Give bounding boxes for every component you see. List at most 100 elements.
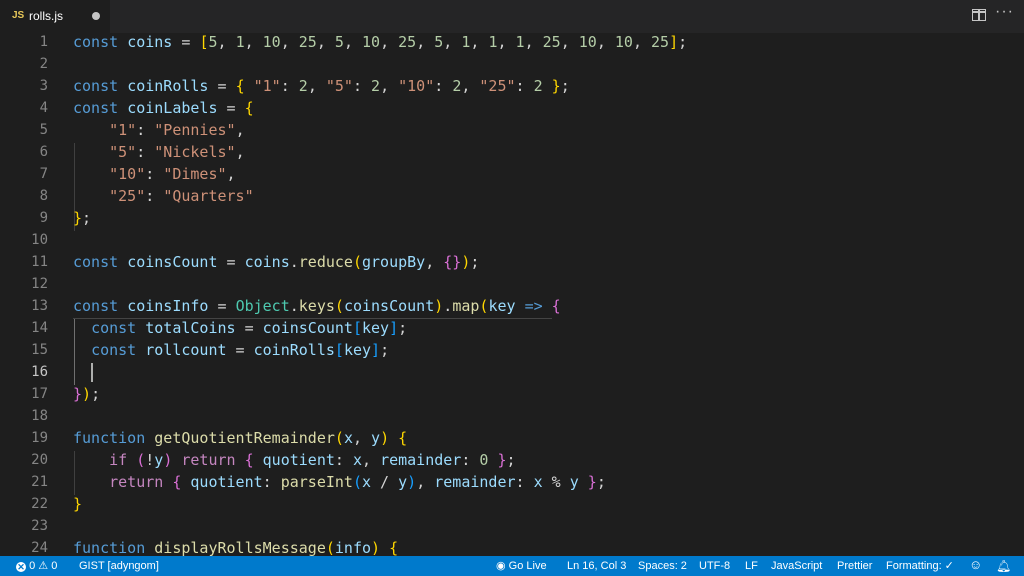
eol-setting[interactable]: LF (745, 559, 758, 573)
code-token: const (73, 253, 119, 271)
status-branch[interactable]: GIST [adyngom] (79, 559, 159, 573)
code-line[interactable]: 22} (0, 493, 1024, 515)
go-live-button[interactable]: ◉ Go Live (496, 559, 547, 573)
code-line[interactable]: 8 "25": "Quarters" (0, 185, 1024, 207)
code-line[interactable]: 24 function displayRollsMessage(info) { (0, 537, 1024, 556)
code-token: "10" (109, 165, 146, 183)
code-token: info (334, 539, 372, 556)
code-token: 1 (235, 33, 245, 51)
code-token: ] (389, 319, 399, 337)
code-token: 10 (614, 33, 633, 51)
code-token: . (443, 297, 453, 315)
language-mode[interactable]: JavaScript (771, 559, 822, 573)
code-token: , (560, 33, 579, 51)
code-line[interactable]: 14 const totalCoins = coinsCount[key]; (0, 317, 1024, 339)
code-token: } (73, 385, 83, 403)
code-token: "Dimes" (163, 165, 227, 183)
encoding-setting[interactable]: UTF-8 (699, 559, 730, 573)
editor-tab-rolls-js[interactable]: JS rolls.js (0, 0, 110, 33)
code-token: coinLabels (127, 99, 218, 117)
code-token: } (497, 451, 507, 469)
code-token: , (352, 429, 372, 447)
warning-icon: ⚠ (38, 560, 49, 572)
code-token: remainder (380, 451, 462, 469)
code-token: . (289, 297, 299, 315)
code-token: . (289, 253, 299, 271)
code-token: "10" (398, 77, 435, 95)
prettier-status[interactable]: Prettier (837, 559, 872, 573)
code-token: { (551, 297, 561, 315)
code-token: "1" (109, 121, 137, 139)
code-line[interactable]: 15 const rollcount = coinRolls[key]; (0, 339, 1024, 361)
code-token: map (452, 297, 480, 315)
code-token: } (551, 77, 561, 95)
code-text: } (73, 493, 82, 515)
code-line[interactable]: 12 (0, 273, 1024, 295)
code-line[interactable]: 13 const coinsInfo = Object.keys(coinsCou… (0, 295, 1024, 317)
cursor-position[interactable]: Ln 16, Col 3 (567, 559, 626, 573)
code-token: } (73, 209, 83, 227)
code-token: return (109, 473, 164, 491)
code-token: "Quarters" (163, 187, 254, 205)
code-token: 2 (452, 77, 462, 95)
code-text: function displayRollsMessage(info) { (73, 537, 398, 556)
code-token: "25" (109, 187, 146, 205)
code-token: ! (145, 451, 155, 469)
code-line[interactable]: 20 if (!y) return { quotient: x, remaind… (0, 449, 1024, 471)
code-line[interactable]: 7 "10": "Dimes", (0, 163, 1024, 185)
code-line[interactable]: 1 const coins = [5, 1, 10, 25, 5, 10, 25,… (0, 33, 1024, 53)
error-icon: ✕ (16, 562, 26, 572)
unsaved-dot-icon[interactable] (92, 12, 100, 20)
problems-indicator[interactable]: ✕ 0 ⚠ 0 (16, 559, 57, 573)
code-line[interactable]: 2 (0, 53, 1024, 75)
code-token: ; (470, 253, 480, 271)
code-token: ; (596, 473, 606, 491)
feedback-smiley-icon[interactable]: ☺ (969, 558, 982, 572)
formatting-status[interactable]: Formatting: ✓ (886, 559, 954, 573)
code-token: ; (506, 451, 516, 469)
code-line[interactable]: 19 function getQuotientRemainder(x, y) { (0, 427, 1024, 449)
code-line[interactable]: 4 const coinLabels = { (0, 97, 1024, 119)
code-token: ; (82, 209, 92, 227)
code-line[interactable]: 23 (0, 515, 1024, 537)
code-token: , (416, 33, 435, 51)
code-token: const (73, 99, 119, 117)
code-token: 2 (371, 77, 381, 95)
indentation-setting[interactable]: Spaces: 2 (638, 559, 687, 573)
code-token: 2 (533, 77, 543, 95)
code-text: }); (73, 383, 100, 405)
code-line[interactable]: 11 const coinsCount = coins.reduce(groupB… (0, 251, 1024, 273)
code-token: { (389, 539, 399, 556)
code-token: , (443, 33, 462, 51)
code-text: "1": "Pennies", (73, 119, 244, 141)
code-token: , (461, 77, 480, 95)
code-line[interactable]: 9}; (0, 207, 1024, 229)
more-actions-icon[interactable]: ··· (995, 4, 1014, 20)
code-line[interactable]: 10 (0, 229, 1024, 251)
code-line[interactable]: 17}); (0, 383, 1024, 405)
code-token: rollcount (145, 341, 227, 359)
code-line[interactable]: 6 "5": "Nickels", (0, 141, 1024, 163)
code-editor[interactable]: 1 const coins = [5, 1, 10, 25, 5, 10, 25,… (0, 33, 1024, 556)
code-token: 5 (334, 33, 344, 51)
code-line[interactable]: 3 const coinRolls = { "1": 2, "5": 2, "10… (0, 75, 1024, 97)
code-token: coins (244, 253, 290, 271)
code-token: "5" (325, 77, 353, 95)
code-line[interactable]: 5 "1": "Pennies", (0, 119, 1024, 141)
code-line[interactable]: 18 (0, 405, 1024, 427)
code-line[interactable]: 16 (0, 361, 1024, 383)
code-text: const totalCoins = coinsCount[key]; (73, 317, 407, 339)
tab-filename: rolls.js (29, 9, 64, 23)
code-token: coinsCount (262, 319, 353, 337)
code-token: getQuotientRemainder (154, 429, 335, 447)
split-editor-icon[interactable] (972, 9, 986, 21)
code-line[interactable]: 21 return { quotient: parseInt(x / y), r… (0, 471, 1024, 493)
notifications-bell-icon[interactable]: 🔔︎ (996, 559, 1011, 573)
code-token: , (497, 33, 516, 51)
